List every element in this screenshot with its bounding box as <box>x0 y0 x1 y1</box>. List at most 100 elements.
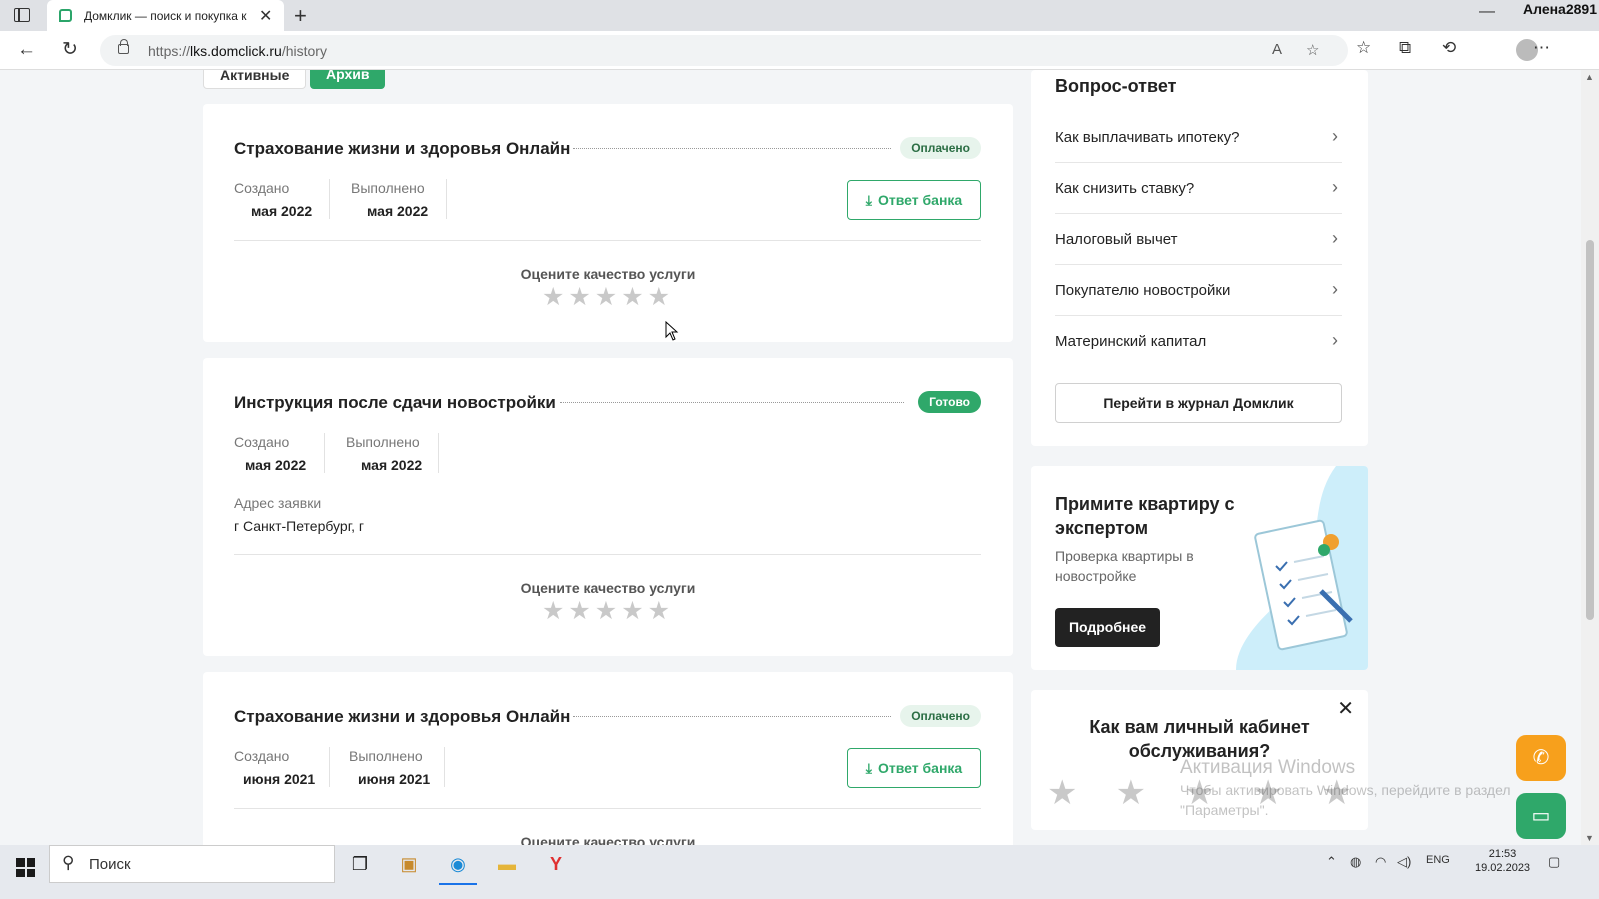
domclick-favicon-icon <box>59 9 72 22</box>
media-app-icon[interactable]: ▣ <box>394 851 424 877</box>
survey-card: Как вам личный кабинет обслуживания? ✕ ★… <box>1031 690 1368 830</box>
star-icon[interactable]: ★ <box>1047 773 1077 813</box>
service-title: Инструкция после сдачи новостройки <box>234 393 556 412</box>
bank-response-button[interactable]: ⤓ Ответ банка <box>847 180 981 220</box>
notifications-icon[interactable]: ▢ <box>1548 854 1560 870</box>
tab-actions-icon[interactable] <box>14 8 30 22</box>
window-minimize-icon[interactable]: — <box>1479 3 1495 21</box>
done-value: мая 2022 <box>361 457 423 473</box>
done-label: Выполнено <box>346 434 420 450</box>
faq-item-label: Как снизить ставку? <box>1055 180 1195 197</box>
add-favorite-icon[interactable]: ☆ <box>1306 41 1319 59</box>
status-badge: Оплачено <box>900 137 981 159</box>
collections-icon[interactable]: ⧉ <box>1399 38 1411 58</box>
tray-chevron-icon[interactable]: ⌃ <box>1326 854 1337 870</box>
url-text: https://lks.domclick.ru/history <box>148 43 327 59</box>
close-icon[interactable]: ✕ <box>1337 696 1354 721</box>
page-scrollbar[interactable]: ▲ ▼ <box>1581 70 1599 845</box>
journal-button[interactable]: Перейти в журнал Домклик <box>1055 383 1342 423</box>
meta-divider <box>329 179 330 219</box>
read-aloud-icon[interactable]: A <box>1272 41 1282 58</box>
created-value: мая 2022 <box>245 457 307 473</box>
favorites-icon[interactable]: ☆ <box>1356 38 1371 58</box>
wifi-icon[interactable]: ◠ <box>1375 854 1386 870</box>
address-label: Адрес заявки <box>234 495 322 511</box>
rate-label: Оцените качество услуги <box>520 834 696 845</box>
status-badge: Готово <box>918 391 981 413</box>
history-icon[interactable]: ⟲ <box>1442 38 1456 58</box>
chevron-right-icon: › <box>1332 228 1338 248</box>
star-icon[interactable]: ★ <box>1253 773 1283 813</box>
star-icon[interactable]: ★ <box>1116 773 1146 813</box>
chevron-right-icon: › <box>1332 279 1338 299</box>
windows-taskbar: ⚲ Поиск ❐ ▣ ◉ ▬ Y ⌃ ◍ ◠ ◁) ENG 21:53 19.… <box>0 845 1599 899</box>
chat-button[interactable]: ▭ <box>1516 793 1566 839</box>
survey-title: Как вам личный кабинет обслуживания? <box>1089 717 1310 761</box>
title-divider <box>573 716 891 717</box>
faq-item-label: Материнский капитал <box>1055 333 1207 350</box>
mouse-cursor-icon <box>665 321 679 341</box>
language-indicator[interactable]: ENG <box>1426 854 1450 866</box>
promo-more-button[interactable]: Подробнее <box>1055 608 1160 647</box>
scroll-thumb[interactable] <box>1586 240 1594 620</box>
download-icon: ⤓ <box>865 192 872 208</box>
rating-stars[interactable]: ★★★★★ <box>203 596 1013 626</box>
promo-title: Примите квартиру с экспертом <box>1055 494 1235 538</box>
reload-icon[interactable]: ↻ <box>62 38 78 61</box>
windows-start-icon[interactable] <box>16 858 35 877</box>
back-arrow-icon[interactable]: ← <box>17 39 36 61</box>
clock[interactable]: 21:53 19.02.2023 <box>1475 847 1530 875</box>
created-value: июня 2021 <box>243 771 316 787</box>
scroll-up-icon[interactable]: ▲ <box>1585 72 1594 82</box>
meta-divider <box>444 747 445 787</box>
url-field[interactable]: https://lks.domclick.ru/history A ☆ <box>100 35 1348 66</box>
history-card: Страхование жизни и здоровья Онлайн Опла… <box>203 672 1013 845</box>
created-value: мая 2022 <box>251 203 313 219</box>
search-icon: ⚲ <box>62 853 75 872</box>
faq-panel: Вопрос-ответ Как выплачивать ипотеку? › … <box>1031 70 1368 446</box>
faq-item-label: Покупателю новостройки <box>1055 282 1231 299</box>
meta-divider <box>446 179 447 219</box>
address-value: г Санкт-Петербург, г <box>234 518 364 534</box>
faq-item[interactable]: Налоговый вычет › <box>1055 214 1342 265</box>
faq-item-label: Налоговый вычет <box>1055 231 1178 248</box>
network-icon[interactable]: ◍ <box>1350 854 1361 870</box>
more-menu-icon[interactable]: ⋯ <box>1533 38 1550 58</box>
survey-rating-stars[interactable]: ★ ★ ★ ★ ★ <box>1047 773 1352 813</box>
star-icon[interactable]: ★ <box>1184 773 1214 813</box>
faq-item[interactable]: Покупателю новостройки › <box>1055 265 1342 316</box>
filter-archive-button[interactable]: Архив <box>310 70 386 89</box>
created-label: Создано <box>234 748 290 764</box>
volume-icon[interactable]: ◁) <box>1397 854 1411 870</box>
task-view-icon[interactable]: ❐ <box>345 851 375 877</box>
faq-item-label: Как выплачивать ипотеку? <box>1055 129 1240 146</box>
faq-item[interactable]: Как выплачивать ипотеку? › <box>1055 112 1342 163</box>
filter-active-button[interactable]: Активные <box>203 70 307 89</box>
done-label: Выполнено <box>349 748 423 764</box>
created-label: Создано <box>234 434 290 450</box>
meta-divider <box>438 433 439 473</box>
faq-item[interactable]: Как снизить ставку? › <box>1055 163 1342 214</box>
tab-close-icon[interactable]: ✕ <box>259 6 272 26</box>
promo-card: Примите квартиру с экспертом Проверка кв… <box>1031 466 1368 670</box>
rating-stars[interactable]: ★★★★★ <box>203 282 1013 312</box>
taskbar-search-input[interactable]: ⚲ Поиск <box>49 845 335 883</box>
browser-tab[interactable]: Домклик — поиск и покупка к ✕ <box>47 0 284 31</box>
meta-divider <box>329 747 330 787</box>
edge-browser-icon[interactable]: ◉ <box>439 851 477 885</box>
rate-label: Оцените качество услуги <box>520 266 696 282</box>
call-button[interactable]: ✆ <box>1516 735 1566 781</box>
address-bar-row: ← ↻ https://lks.domclick.ru/history A ☆ … <box>0 31 1599 70</box>
faq-item[interactable]: Материнский капитал › <box>1055 316 1342 367</box>
meta-divider <box>324 433 325 473</box>
file-explorer-icon[interactable]: ▬ <box>492 851 522 877</box>
yandex-browser-icon[interactable]: Y <box>541 851 571 877</box>
title-divider <box>560 402 904 403</box>
star-icon[interactable]: ★ <box>1322 773 1352 813</box>
scroll-down-icon[interactable]: ▼ <box>1585 833 1594 843</box>
status-badge: Оплачено <box>900 705 981 727</box>
bank-response-button[interactable]: ⤓ Ответ банка <box>847 748 981 788</box>
service-title: Страхование жизни и здоровья Онлайн <box>234 707 571 726</box>
new-tab-icon[interactable]: + <box>294 3 307 29</box>
lock-icon[interactable] <box>118 39 129 54</box>
